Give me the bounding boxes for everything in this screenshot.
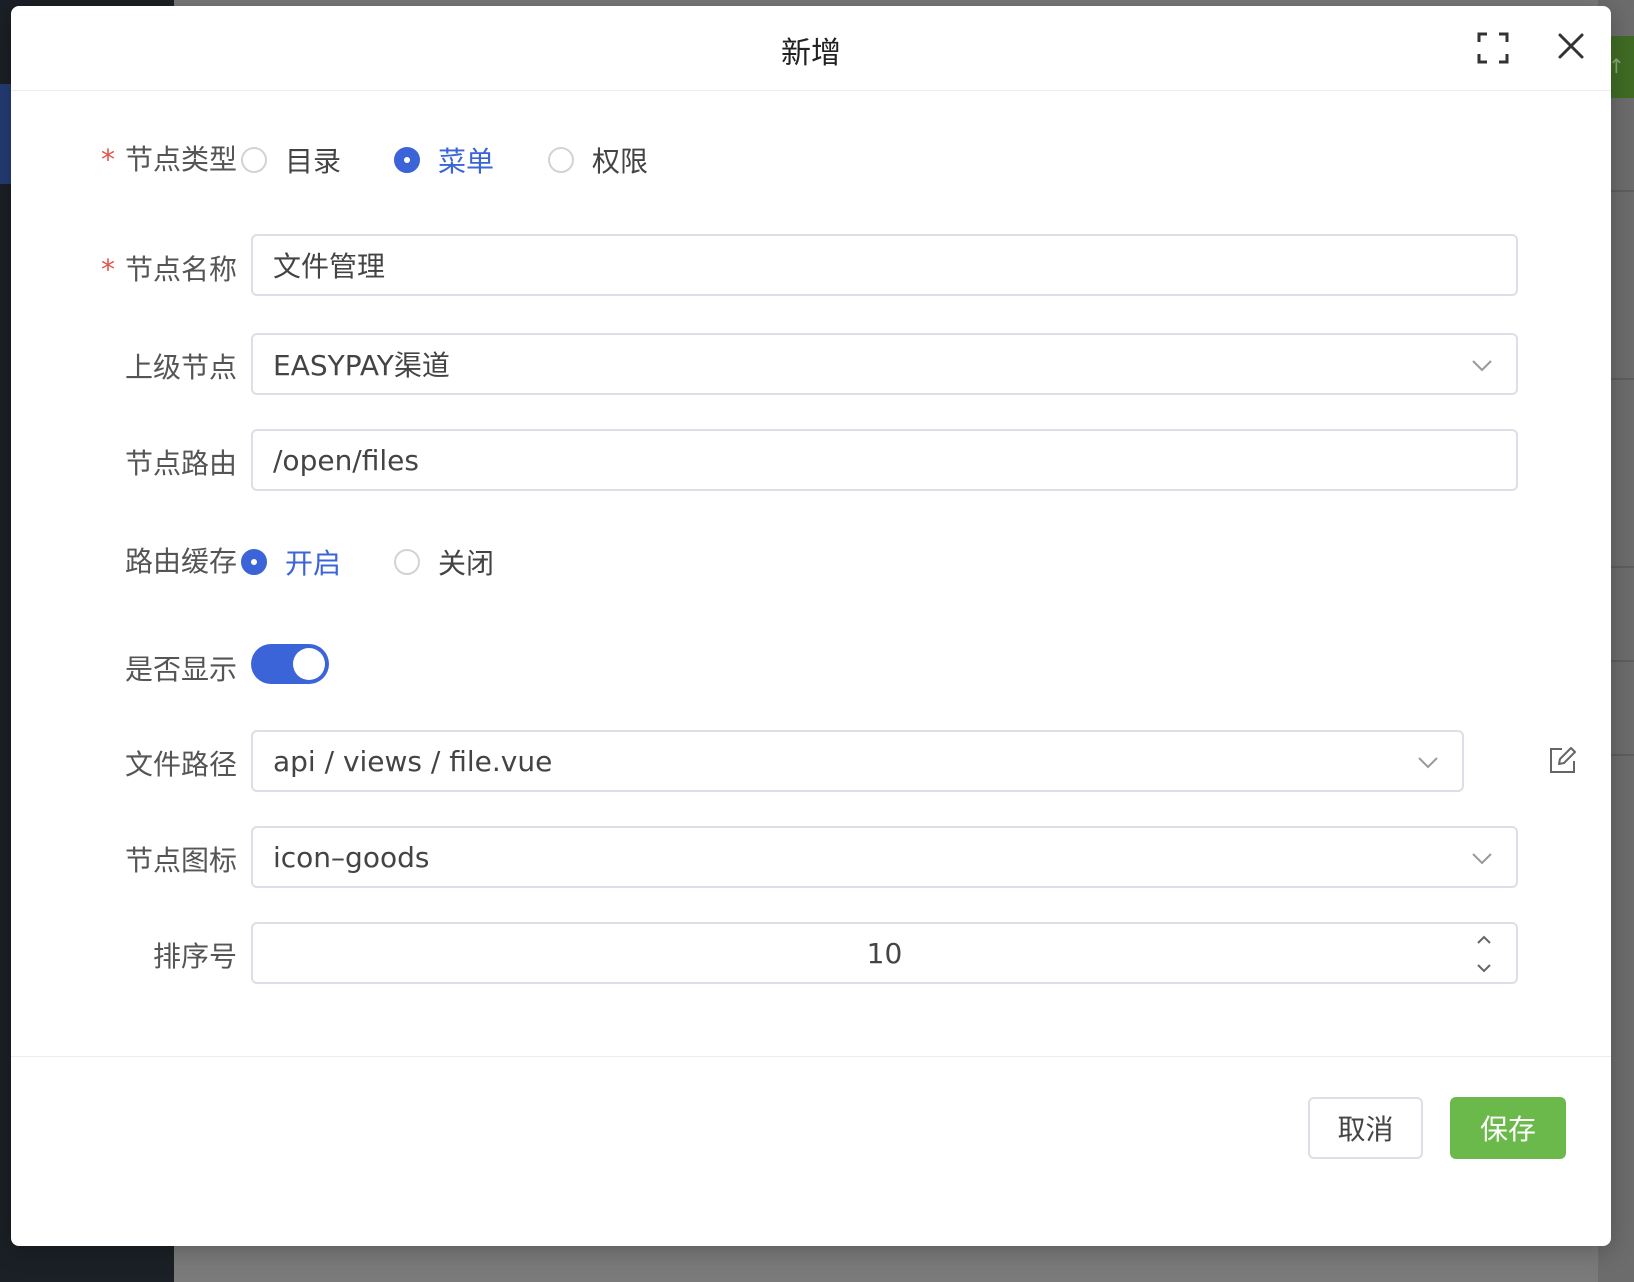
node-route-label: 节点路由 <box>124 447 237 480</box>
edit-icon[interactable] <box>1546 745 1578 777</box>
chevron-down-icon <box>1472 360 1492 372</box>
node-route-row: 节点路由 /open/files <box>11 429 1611 491</box>
route-cache-radio-on[interactable]: 开启 <box>241 542 341 582</box>
node-icon-label: 节点图标 <box>124 844 237 877</box>
radio-circle <box>241 147 267 173</box>
node-icon-select[interactable]: icon–goods <box>251 826 1518 888</box>
node-name-row: * 节点名称 文件管理 <box>11 234 1611 296</box>
sort-no-row: 排序号 10 <box>11 922 1611 984</box>
node-type-row: * 节点类型 目录 菜单 权限 <box>11 136 1611 178</box>
sort-no-value: 10 <box>866 936 903 970</box>
node-type-radio-menu[interactable]: 菜单 <box>394 140 494 180</box>
parent-node-label: 上级节点 <box>124 351 237 384</box>
node-type-radio-directory[interactable]: 目录 <box>241 140 341 180</box>
radio-circle <box>548 147 574 173</box>
add-node-dialog: 新增 * 节点类型 目录 菜单 权限 * 节点名称 文件管理 上级节点 EASY… <box>11 6 1611 1246</box>
parent-node-row: 上级节点 EASYPAY渠道 <box>11 333 1611 395</box>
node-type-label: * 节点类型 <box>100 143 237 176</box>
dialog-footer: 取消 保存 <box>11 1056 1611 1247</box>
save-button[interactable]: 保存 <box>1450 1097 1566 1159</box>
node-name-label: * 节点名称 <box>100 253 237 286</box>
close-icon[interactable] <box>1551 26 1591 66</box>
radio-circle-checked <box>394 147 420 173</box>
radio-circle <box>394 549 420 575</box>
radio-circle-checked <box>241 549 267 575</box>
chevron-down-icon <box>1472 853 1492 865</box>
route-cache-label: 路由缓存 <box>124 545 237 578</box>
visible-toggle[interactable] <box>251 644 329 684</box>
node-type-radio-permission[interactable]: 权限 <box>548 140 648 180</box>
toggle-knob <box>293 648 325 680</box>
file-path-row: 文件路径 api / views / file.vue <box>11 730 1611 792</box>
visible-row: 是否显示 <box>11 644 1611 686</box>
node-name-input[interactable]: 文件管理 <box>251 234 1518 296</box>
sort-no-label: 排序号 <box>152 940 237 973</box>
dialog-header: 新增 <box>11 6 1611 91</box>
node-icon-row: 节点图标 icon–goods <box>11 826 1611 888</box>
route-cache-row: 路由缓存 开启 关闭 <box>11 538 1611 580</box>
parent-node-select[interactable]: EASYPAY渠道 <box>251 333 1518 395</box>
fullscreen-icon[interactable] <box>1473 28 1513 68</box>
chevron-down-icon <box>1418 757 1438 769</box>
increment-icon[interactable] <box>1474 933 1494 947</box>
node-route-input[interactable]: /open/files <box>251 429 1518 491</box>
file-path-select[interactable]: api / views / file.vue <box>251 730 1464 792</box>
visible-label: 是否显示 <box>124 653 237 686</box>
file-path-label: 文件路径 <box>124 748 237 781</box>
decrement-icon[interactable] <box>1474 961 1494 975</box>
cancel-button[interactable]: 取消 <box>1308 1097 1423 1159</box>
dialog-title: 新增 <box>781 36 841 71</box>
sort-no-stepper[interactable]: 10 <box>251 922 1518 984</box>
route-cache-radio-off[interactable]: 关闭 <box>394 542 494 582</box>
